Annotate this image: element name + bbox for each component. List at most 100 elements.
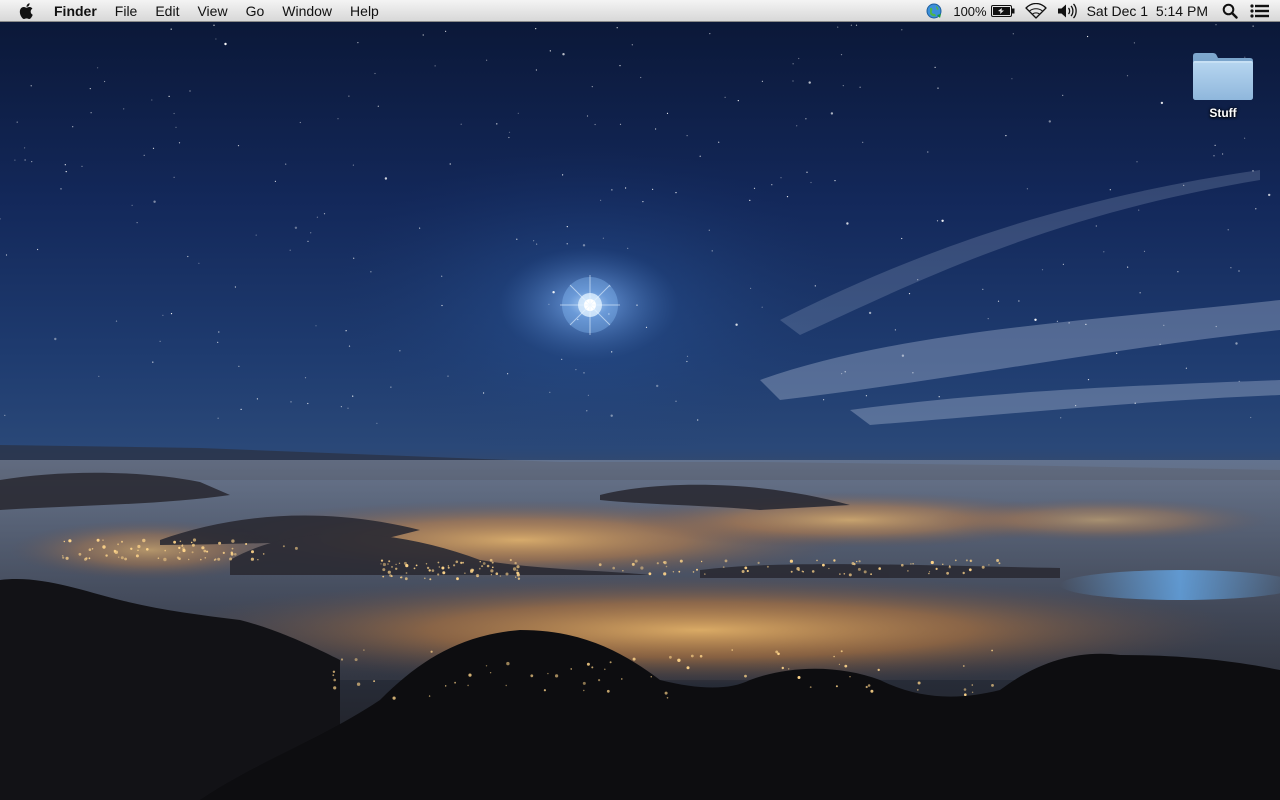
wallpaper-star — [737, 100, 739, 102]
wallpaper-city-light — [262, 553, 265, 555]
wallpaper-city-light — [142, 538, 146, 543]
search-icon[interactable] — [1222, 0, 1238, 22]
wallpaper-star — [749, 199, 751, 201]
wallpaper-star — [611, 351, 613, 353]
menu-bar-clock[interactable]: Sat Dec 1 5:14 PM — [1087, 0, 1208, 22]
battery-status[interactable]: 100% — [953, 0, 1015, 22]
volume-icon[interactable] — [1057, 0, 1077, 22]
wallpaper-city-light — [88, 557, 91, 560]
wallpaper-city-light — [203, 549, 207, 553]
wallpaper-city-light — [164, 549, 166, 552]
wallpaper-city-light — [665, 565, 668, 568]
notification-center-icon[interactable] — [1250, 0, 1270, 22]
menu-window[interactable]: Window — [273, 0, 341, 22]
wallpaper-star — [1183, 184, 1185, 186]
wallpaper-star — [175, 126, 177, 128]
wallpaper-star — [274, 180, 276, 182]
wallpaper-city-light — [851, 562, 855, 565]
wallpaper-city-light — [96, 538, 100, 542]
wallpaper-star — [1095, 225, 1097, 227]
wallpaper-city-light — [664, 691, 668, 695]
wallpaper-star — [642, 201, 644, 203]
wallpaper-star — [1143, 250, 1146, 252]
wallpaper-city-light — [332, 670, 336, 673]
wallpaper-star — [666, 112, 669, 114]
desktop[interactable]: Finder File Edit View Go Window Help 100… — [0, 0, 1280, 800]
wallpaper-city-light — [790, 570, 793, 573]
wallpaper-star — [937, 87, 939, 89]
menu-finder[interactable]: Finder — [54, 0, 106, 22]
wallpaper-city-light — [389, 574, 392, 577]
wallpaper-star — [865, 395, 868, 397]
desktop-item-stuff[interactable]: Stuff — [1182, 50, 1264, 120]
wallpaper-star — [90, 112, 92, 114]
wallpaper-city-light — [591, 666, 594, 669]
wallpaper-star — [374, 72, 376, 75]
wallpaper-star — [675, 192, 677, 194]
sync-globe-icon[interactable] — [925, 0, 943, 22]
wallpaper-city-light — [201, 546, 205, 550]
menu-edit[interactable]: Edit — [146, 0, 188, 22]
wallpaper-city-light — [679, 559, 683, 563]
wallpaper-city-light — [910, 563, 912, 565]
wallpaper-star — [89, 88, 91, 90]
wallpaper-star — [337, 118, 339, 120]
wallpaper-city-light — [766, 565, 769, 568]
wallpaper-city-light — [988, 564, 990, 566]
wallpaper-city-light — [582, 681, 586, 685]
wallpaper-star — [1136, 161, 1138, 163]
wallpaper-city-light — [388, 560, 391, 563]
wallpaper-city-light — [391, 566, 393, 568]
menu-bar: Finder File Edit View Go Window Help 100… — [0, 0, 1280, 22]
wifi-icon[interactable] — [1024, 0, 1047, 22]
wallpaper-star — [323, 213, 326, 215]
wallpaper-star — [353, 257, 355, 259]
menu-go[interactable]: Go — [237, 0, 274, 22]
wallpaper-star — [699, 155, 701, 157]
wallpaper-star — [656, 384, 659, 388]
menu-help[interactable]: Help — [341, 0, 388, 22]
wallpaper-city-light — [757, 561, 760, 565]
wallpaper-city-light — [456, 577, 459, 581]
wallpaper-city-light — [822, 563, 825, 567]
wallpaper-city-light — [382, 562, 386, 567]
wallpaper-star — [1250, 416, 1252, 419]
wallpaper-city-light — [251, 550, 254, 554]
wallpaper-star — [938, 396, 940, 398]
wallpaper-star — [610, 414, 613, 417]
wallpaper-star — [81, 165, 83, 167]
wallpaper-city-light — [392, 696, 396, 700]
wallpaper-city-light — [482, 562, 486, 565]
wallpaper-star — [316, 216, 318, 218]
wallpaper-city-light — [490, 574, 492, 576]
wallpaper-city-light — [969, 559, 973, 563]
wallpaper-city-light — [192, 538, 197, 542]
wallpaper-star — [594, 123, 596, 126]
apple-icon[interactable] — [18, 2, 36, 20]
wallpaper-city-light — [105, 554, 108, 557]
folder-icon — [1193, 53, 1253, 100]
wallpaper-city-light — [475, 574, 480, 578]
wallpaper-star — [516, 238, 518, 240]
wallpaper-star — [627, 247, 629, 249]
wallpaper-star — [855, 24, 858, 26]
wallpaper-star — [1238, 270, 1240, 272]
wallpaper-star — [561, 358, 563, 360]
desktop-wallpaper — [0, 0, 1280, 800]
wallpaper-star — [315, 325, 317, 327]
wallpaper-city-light — [499, 575, 502, 577]
wallpaper-city-light — [928, 571, 931, 573]
menu-view[interactable]: View — [188, 0, 236, 22]
wallpaper-star — [868, 311, 872, 315]
wallpaper-star — [1087, 35, 1089, 38]
wallpaper-star — [575, 369, 577, 371]
wallpaper-city-light — [363, 649, 365, 651]
wallpaper-star — [65, 171, 67, 173]
wallpaper-star — [987, 318, 989, 320]
wallpaper-city-light — [838, 663, 841, 666]
menu-file[interactable]: File — [106, 0, 147, 22]
wallpaper-city-light — [179, 540, 182, 543]
menu-bar-status-area: 100% Sat Dec 1 5:14 PM — [915, 0, 1280, 22]
wallpaper-star — [1018, 300, 1020, 302]
wallpaper-city-light — [650, 676, 652, 678]
